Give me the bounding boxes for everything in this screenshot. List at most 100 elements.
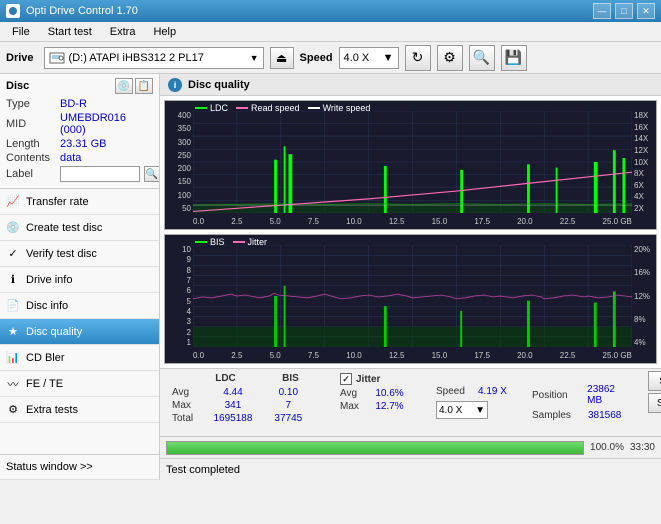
- content-header-title: Disc quality: [188, 79, 250, 91]
- read-speed-legend-label: Read speed: [251, 103, 300, 113]
- position-label: Position: [532, 390, 581, 401]
- status-window-label: Status window >>: [6, 461, 93, 473]
- action-buttons: Start full Start part: [648, 371, 661, 434]
- fe-te-icon: 〰: [6, 377, 20, 391]
- nav-transfer-rate[interactable]: 📈 Transfer rate: [0, 189, 159, 215]
- nav-drive-info[interactable]: ℹ Drive info: [0, 267, 159, 293]
- drive-info-icon: ℹ: [6, 273, 20, 287]
- drive-dropdown-arrow: ▼: [250, 53, 259, 63]
- y-right-12x: 12X: [634, 146, 648, 155]
- length-key: Length: [6, 138, 60, 150]
- save-button[interactable]: 💾: [501, 45, 527, 71]
- ldc-x-axis: 0.0 2.5 5.0 7.5 10.0 12.5 15.0 17.5 20.0…: [193, 213, 632, 229]
- speed-select[interactable]: 4.0 X ▼: [339, 47, 399, 69]
- jitter-legend-item: Jitter: [233, 237, 268, 247]
- y-label-300: 300: [178, 138, 191, 147]
- type-value: BD-R: [60, 98, 87, 110]
- start-full-button[interactable]: Start full: [648, 371, 661, 391]
- status-window-button[interactable]: Status window >>: [0, 454, 159, 480]
- bis-max: 7: [261, 400, 316, 411]
- scan-button[interactable]: 🔍: [469, 45, 495, 71]
- nav-transfer-rate-label: Transfer rate: [26, 196, 89, 208]
- settings-button[interactable]: ⚙: [437, 45, 463, 71]
- length-value: 23.31 GB: [60, 138, 106, 150]
- refresh-button[interactable]: ↻: [405, 45, 431, 71]
- speed-label: Speed: [300, 52, 333, 64]
- mid-value: UMEBDR016 (000): [60, 112, 153, 136]
- nav-fe-te[interactable]: 〰 FE / TE: [0, 371, 159, 397]
- title-bar: Opti Drive Control 1.70 — □ ✕: [0, 0, 661, 22]
- stats-bar: LDC BIS Avg 4.44 0.10 Max 341 7 Total: [160, 368, 661, 436]
- progress-time: 33:30: [630, 442, 655, 453]
- nav-cd-bler[interactable]: 📊 CD Bler: [0, 345, 159, 371]
- nav-extra-tests-label: Extra tests: [26, 404, 78, 416]
- write-speed-legend-item: Write speed: [308, 103, 371, 113]
- disc-icon-1[interactable]: 💿: [115, 78, 133, 94]
- write-speed-legend-label: Write speed: [323, 103, 371, 113]
- y-label-250: 250: [178, 151, 191, 160]
- ldc-header: LDC: [200, 373, 251, 384]
- ldc-legend-label: LDC: [210, 103, 228, 113]
- y-label-400: 400: [178, 111, 191, 120]
- disc-icon-2[interactable]: 📋: [135, 78, 153, 94]
- bis-y-axis-left: 10 9 8 7 6 5 4 3 2 1: [165, 245, 193, 347]
- disc-quality-header-icon: i: [168, 78, 182, 92]
- ldc-svg: [193, 111, 632, 213]
- bis-total: 37745: [261, 413, 316, 424]
- minimize-button[interactable]: —: [593, 3, 611, 19]
- y-label-150: 150: [178, 177, 191, 186]
- maximize-button[interactable]: □: [615, 3, 633, 19]
- nav-verify-test-disc[interactable]: ✓ Verify test disc: [0, 241, 159, 267]
- content-area: i Disc quality LDC Read speed: [160, 74, 661, 480]
- avg-label: Avg: [172, 387, 205, 398]
- eject-button[interactable]: ⏏: [270, 47, 294, 69]
- nav-disc-quality[interactable]: ★ Disc quality: [0, 319, 159, 345]
- bis-legend-color: [195, 241, 207, 243]
- y-label-200: 200: [178, 164, 191, 173]
- disc-quality-icon: ★: [6, 325, 20, 339]
- progress-percent: 100.0%: [590, 442, 624, 453]
- total-label: Total: [172, 413, 205, 424]
- bis-svg: [193, 245, 632, 347]
- drive-select[interactable]: (D:) ATAPI iHBS312 2 PL17 ▼: [44, 47, 264, 69]
- app-icon: [6, 4, 20, 18]
- ldc-chart-legend: LDC Read speed Write speed: [195, 103, 370, 113]
- nav-verify-test-disc-label: Verify test disc: [26, 248, 97, 260]
- samples-label: Samples: [532, 410, 582, 421]
- create-test-disc-icon: 💿: [6, 221, 20, 235]
- nav-disc-quality-label: Disc quality: [26, 326, 82, 338]
- bis-chart-legend: BIS Jitter: [195, 237, 267, 247]
- type-key: Type: [6, 98, 60, 110]
- transfer-rate-icon: 📈: [6, 195, 20, 209]
- speed-dropdown-arrow: ▼: [383, 52, 394, 64]
- nav-create-test-disc-label: Create test disc: [26, 222, 102, 234]
- ldc-legend-color: [195, 107, 207, 109]
- y-right-14x: 14X: [634, 134, 648, 143]
- menu-extra[interactable]: Extra: [102, 24, 144, 40]
- menu-help[interactable]: Help: [145, 24, 184, 40]
- jitter-avg: 10.6%: [367, 388, 412, 399]
- nav-extra-tests[interactable]: ⚙ Extra tests: [0, 397, 159, 423]
- start-part-button[interactable]: Start part: [648, 393, 661, 413]
- jitter-avg-label: Avg: [340, 388, 367, 399]
- nav-create-test-disc[interactable]: 💿 Create test disc: [0, 215, 159, 241]
- jitter-checkbox[interactable]: ✓: [340, 373, 352, 385]
- speed-value: 4.0 X: [344, 52, 370, 64]
- ldc-y-axis-right: 18X 16X 14X 12X 10X 8X 6X 4X 2X: [632, 111, 656, 213]
- speed-select-value: 4.0 X: [439, 405, 462, 416]
- max-label: Max: [172, 400, 205, 411]
- sidebar: Disc 💿 📋 Type BD-R MID UMEBDR016 (000) L…: [0, 74, 160, 480]
- y-right-2x: 2X: [634, 204, 644, 213]
- speed-stat-select[interactable]: 4.0 X ▼: [436, 401, 488, 419]
- y-right-16x: 16X: [634, 123, 648, 132]
- label-button[interactable]: 🔍: [144, 166, 160, 182]
- bis-chart-plot: [193, 245, 632, 347]
- menu-file[interactable]: File: [4, 24, 38, 40]
- disc-panel-title: Disc: [6, 80, 29, 92]
- menu-start-test[interactable]: Start test: [40, 24, 100, 40]
- progress-fill: [167, 442, 583, 454]
- close-button[interactable]: ✕: [637, 3, 655, 19]
- bis-x-axis: 0.0 2.5 5.0 7.5 10.0 12.5 15.0 17.5 20.0…: [193, 347, 632, 363]
- nav-disc-info[interactable]: 📄 Disc info: [0, 293, 159, 319]
- label-input[interactable]: [60, 166, 140, 182]
